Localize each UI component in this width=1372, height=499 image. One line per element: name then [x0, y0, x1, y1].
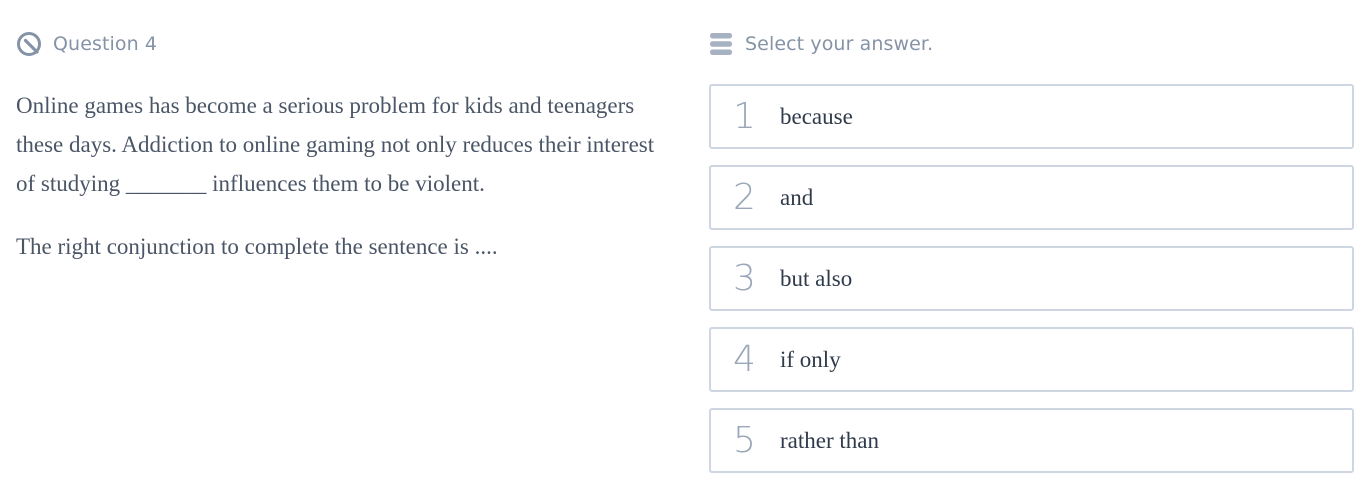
answer-panel: Select your answer. 1 because 2 and 3 bu…: [709, 28, 1354, 473]
option-label: rather than: [780, 428, 879, 453]
question-mark-circle-icon: [16, 31, 42, 57]
option-number: 3: [733, 258, 756, 299]
question-prompt: The right conjunction to complete the se…: [16, 234, 498, 259]
question-header: Question 4: [16, 28, 656, 60]
option-label: and: [780, 185, 814, 210]
option-label: if only: [780, 347, 841, 372]
option-number: 5: [733, 420, 756, 461]
option-label: but also: [780, 266, 853, 291]
option-number: 4: [733, 339, 756, 380]
option-label: because: [780, 104, 853, 129]
question-body: Online games has become a serious proble…: [16, 93, 655, 196]
answer-option-4[interactable]: 4 if only: [709, 327, 1354, 392]
list-icon: [709, 31, 733, 57]
answer-option-5[interactable]: 5 rather than: [709, 408, 1354, 473]
select-answer-label: Select your answer.: [745, 33, 934, 55]
answer-header: Select your answer.: [709, 28, 1354, 60]
answer-option-1[interactable]: 1 because: [709, 84, 1354, 149]
question-number-label: Question 4: [53, 33, 158, 55]
answer-option-2[interactable]: 2 and: [709, 165, 1354, 230]
answer-option-3[interactable]: 3 but also: [709, 246, 1354, 311]
option-number: 2: [733, 177, 756, 218]
option-number: 1: [733, 96, 756, 137]
question-panel: Question 4 Online games has become a ser…: [16, 28, 656, 266]
